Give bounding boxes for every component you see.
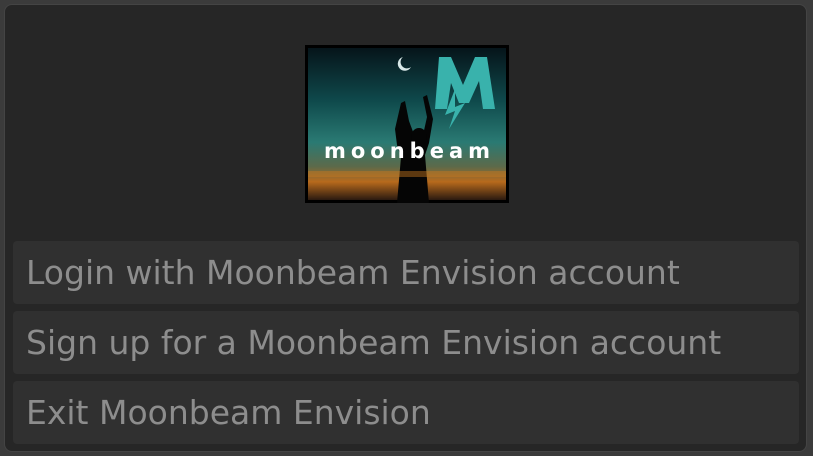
signup-button-label: Sign up for a Moonbeam Envision account: [26, 323, 722, 362]
login-button-label: Login with Moonbeam Envision account: [26, 253, 680, 292]
logo-wordmark: moonbeam: [323, 139, 495, 163]
moonbeam-logo: moonbeam: [305, 45, 509, 203]
exit-button[interactable]: Exit Moonbeam Envision: [13, 381, 799, 444]
signup-button[interactable]: Sign up for a Moonbeam Envision account: [13, 311, 799, 374]
main-window: moonbeam Login with Moonbeam Envision ac…: [4, 4, 807, 452]
login-button[interactable]: Login with Moonbeam Envision account: [13, 241, 799, 304]
logo-artwork: [308, 48, 506, 203]
exit-button-label: Exit Moonbeam Envision: [26, 393, 431, 432]
